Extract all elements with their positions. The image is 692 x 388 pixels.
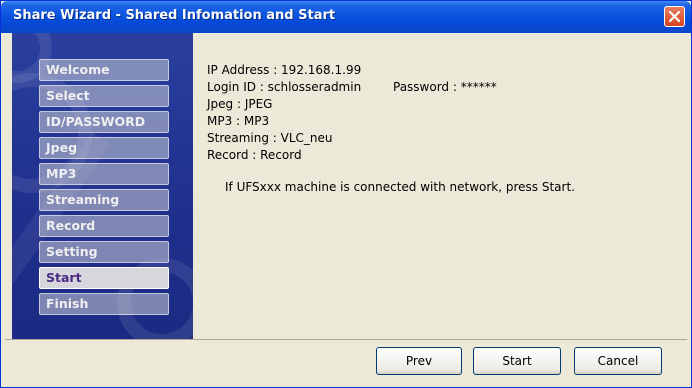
streaming-text: Streaming : VLC_neu	[207, 131, 333, 145]
step-finish: Finish	[39, 293, 169, 315]
share-wizard-window: Share Wizard - Shared Infomation and Sta…	[0, 0, 692, 388]
jpeg-text: Jpeg : JPEG	[207, 97, 273, 111]
cancel-button[interactable]: Cancel	[574, 347, 662, 375]
ip-address-text: IP Address : 192.168.1.99	[207, 63, 362, 77]
step-id-password: ID/PASSWORD	[39, 111, 169, 133]
wizard-content: Welcome Select ID/PASSWORD Jpeg MP3 Stre…	[5, 33, 687, 339]
step-welcome: Welcome	[39, 59, 169, 81]
step-jpeg: Jpeg	[39, 137, 169, 159]
start-instruction-text: If UFSxxx machine is connected with netw…	[225, 180, 575, 194]
summary-panel: IP Address : 192.168.1.99 Login ID : sch…	[203, 33, 687, 339]
login-id-text: Login ID : schlosseradmin	[207, 80, 362, 94]
close-button[interactable]	[664, 6, 685, 27]
close-x-icon	[669, 11, 680, 22]
record-text: Record : Record	[207, 148, 302, 162]
mp3-text: MP3 : MP3	[207, 114, 270, 128]
step-setting: Setting	[39, 241, 169, 263]
step-select: Select	[39, 85, 169, 107]
title-bar[interactable]: Share Wizard - Shared Infomation and Sta…	[1, 1, 691, 33]
wizard-step-sidebar: Welcome Select ID/PASSWORD Jpeg MP3 Stre…	[12, 33, 193, 339]
step-record: Record	[39, 215, 169, 237]
step-streaming: Streaming	[39, 189, 169, 211]
prev-button[interactable]: Prev	[376, 347, 462, 375]
footer-divider	[5, 339, 687, 340]
window-title: Share Wizard - Shared Infomation and Sta…	[13, 8, 336, 23]
start-button[interactable]: Start	[473, 347, 561, 375]
password-text: Password : ******	[393, 80, 497, 94]
step-mp3: MP3	[39, 163, 169, 185]
step-start: Start	[39, 267, 169, 289]
